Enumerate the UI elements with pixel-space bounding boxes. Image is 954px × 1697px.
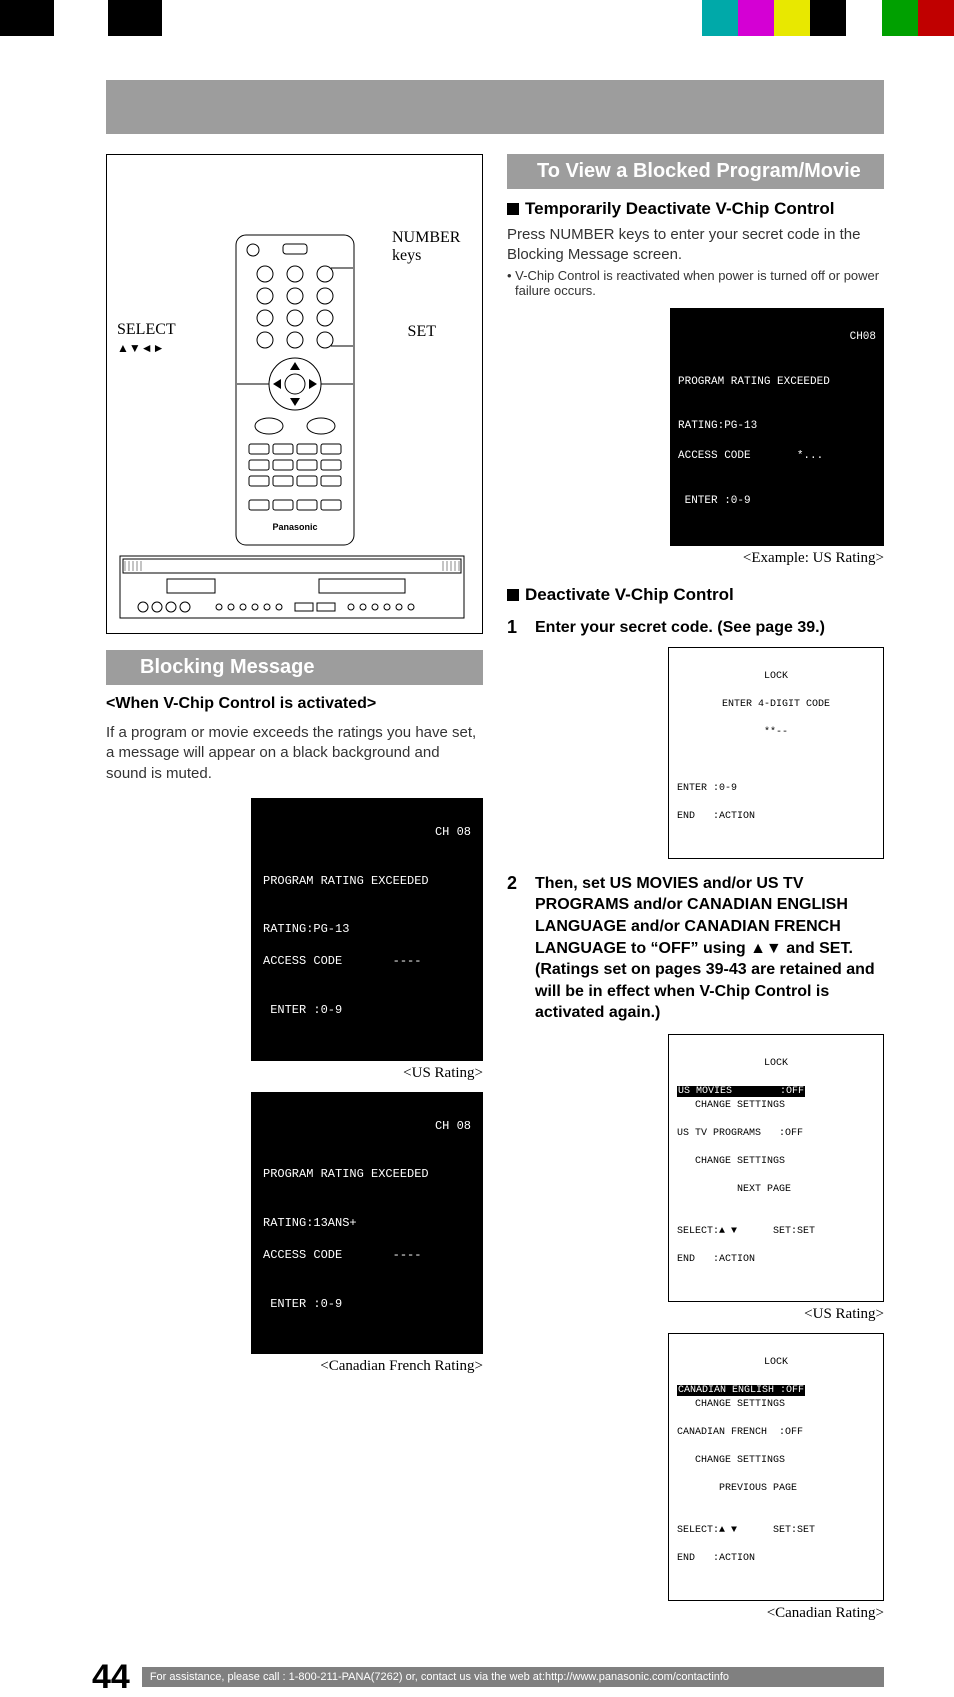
color-calibration-strip	[0, 0, 954, 36]
label-select: SELECT ▲▼◄►	[117, 321, 176, 357]
label-set: SET	[408, 323, 436, 341]
osd-canadian-french-rating: CH 08 PROGRAM RATING EXCEEDED RATING:13A…	[251, 1092, 483, 1355]
svg-text:Panasonic: Panasonic	[272, 522, 317, 532]
square-bullet-icon	[507, 203, 519, 215]
step-number: 1	[507, 617, 525, 639]
paragraph-enter-secret-code: Press NUMBER keys to enter your secret c…	[507, 225, 884, 266]
heading-deactivate-vchip: Deactivate V-Chip Control	[507, 585, 884, 605]
page-footer: 44 For assistance, please call : 1-800-2…	[92, 1658, 884, 1697]
osd-lock-enter-code: LOCK ENTER 4-DIGIT CODE **-- ENTER :0-9 …	[668, 647, 884, 859]
device-front-panel-icon	[119, 555, 465, 619]
left-column: SELECT ▲▼◄► NUMBER keys SET	[106, 154, 483, 1632]
note-vchip-reactivated: • V-Chip Control is reactivated when pow…	[515, 268, 884, 298]
section-blocking-message: Blocking Message	[106, 650, 483, 685]
step-1: 1 Enter your secret code. (See page 39.)	[507, 617, 884, 639]
page-header-bar	[106, 80, 884, 134]
footer-assistance-bar: For assistance, please call : 1-800-211-…	[142, 1667, 884, 1687]
right-column: To View a Blocked Program/Movie Temporar…	[507, 154, 884, 1632]
caption-us-menu: <US Rating>	[804, 1306, 884, 1323]
step-1-text: Enter your secret code. (See page 39.)	[535, 617, 825, 639]
paragraph-blocking-explanation: If a program or movie exceeds the rating…	[106, 723, 483, 784]
section-view-blocked: To View a Blocked Program/Movie	[507, 154, 884, 189]
step-2-text: Then, set US MOVIES and/or US TV PROGRAM…	[535, 873, 884, 1024]
osd-example-us-rating: CH08 PROGRAM RATING EXCEEDED RATING:PG-1…	[670, 308, 884, 547]
page-number: 44	[92, 1658, 130, 1697]
caption-canadian-french-rating: <Canadian French Rating>	[320, 1358, 483, 1375]
caption-example-us-rating: <Example: US Rating>	[743, 550, 884, 567]
caption-us-rating: <US Rating>	[403, 1065, 483, 1082]
caption-canadian-menu: <Canadian Rating>	[767, 1605, 884, 1622]
osd-us-rating: CH 08 PROGRAM RATING EXCEEDED RATING:PG-…	[251, 798, 483, 1061]
remote-illustration-box: SELECT ▲▼◄► NUMBER keys SET	[106, 154, 483, 634]
osd-lock-canadian-menu: LOCK CANADIAN ENGLISH :OFF CHANGE SETTIN…	[668, 1333, 884, 1601]
osd-lock-us-menu: LOCK US MOVIES :OFF CHANGE SETTINGS US T…	[668, 1034, 884, 1302]
subhead-vchip-activated: <When V-Chip Control is activated>	[106, 695, 483, 713]
remote-control-icon: Panasonic	[235, 234, 355, 554]
heading-temporarily-deactivate: Temporarily Deactivate V-Chip Control	[507, 199, 884, 219]
step-number: 2	[507, 873, 525, 1024]
label-number-keys: NUMBER keys	[392, 229, 472, 265]
square-bullet-icon	[507, 589, 519, 601]
step-2: 2 Then, set US MOVIES and/or US TV PROGR…	[507, 873, 884, 1024]
